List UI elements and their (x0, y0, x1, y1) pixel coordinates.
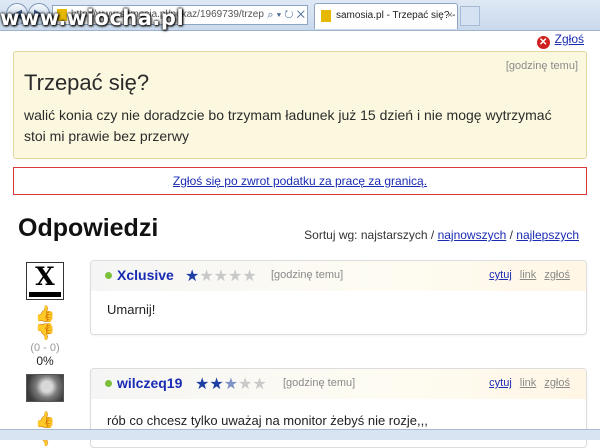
thumbs-up-icon[interactable]: 👍 (35, 306, 55, 323)
watermark-logo: www.wiocha.pl (0, 6, 185, 30)
tab-favicon (321, 10, 331, 22)
vote-panel: 👍 👎 (0 - 0) 0% (23, 306, 67, 368)
rank-star-filled: ★★ (195, 376, 224, 393)
sort-best-link[interactable]: najlepszych (516, 228, 579, 242)
answer-text: Umarnij! (107, 302, 156, 317)
permalink-link[interactable]: link (520, 269, 537, 281)
question-body: walić konia czy nie doradzcie bo trzymam… (24, 107, 552, 144)
online-status-dot (105, 380, 112, 387)
address-bar-icons[interactable]: ⌕ ▾ ↻ ✕ (264, 6, 305, 24)
cite-link[interactable]: cytuj (489, 377, 512, 389)
question-box: [godzinę temu] Trzepać się? walić konia … (13, 51, 587, 159)
question-title: Trzepać się? (24, 70, 150, 95)
online-status-dot (105, 272, 112, 279)
answer-actions: cytuj link zgłoś (489, 269, 570, 281)
rank-star-half: ★ (223, 376, 239, 393)
rank-star-empty: ★★★★ (199, 268, 257, 285)
rank-star-empty: ★★ (238, 376, 267, 393)
answer-header: wilczeq19 ★★★★★ [godzinę temu] cytuj link… (91, 369, 586, 399)
answer-header: Xclusive ★★★★★ [godzinę temu] cytuj link z… (91, 261, 586, 291)
thumbs-up-icon[interactable]: 👍 (35, 412, 55, 429)
answer-time: [godzinę temu] (283, 377, 356, 389)
tab-title: samosia.pl - Trzepać się? - ... (336, 10, 458, 21)
answer-time: [godzinę temu] (271, 269, 344, 281)
rank-star-filled: ★ (185, 268, 200, 285)
answer-actions: cytuj link zgłoś (489, 377, 570, 389)
tab-close-icon[interactable]: × (447, 4, 453, 28)
sort-label: Sortuj wg: najstarszych / (304, 228, 435, 242)
report-answer-link[interactable]: zgłoś (544, 269, 570, 281)
rank-stars: ★★★★★ (195, 374, 267, 394)
sort-separator: / (509, 228, 513, 242)
question-time: [godzinę temu] (505, 60, 578, 72)
report-answer-link[interactable]: zgłoś (544, 377, 570, 389)
browser-tab[interactable]: samosia.pl - Trzepać się? - ... × (314, 3, 458, 29)
stop-icon: ✕ (536, 36, 550, 49)
new-tab-button[interactable] (460, 6, 480, 26)
permalink-link[interactable]: link (520, 377, 537, 389)
ad-link[interactable]: Zgłoś się po zwrot podatku za pracę za g… (173, 174, 427, 188)
answer-username[interactable]: Xclusive (117, 267, 174, 283)
report-label: Zgłoś (554, 32, 584, 46)
sort-options: Sortuj wg: najstarszych / najnowszych / … (304, 228, 579, 242)
avatar-logo-text: X (35, 262, 55, 291)
status-bar (0, 429, 600, 440)
rank-stars: ★★★★★ (185, 266, 257, 286)
report-link[interactable]: ✕ Zgłoś (536, 32, 584, 49)
answer-text: rób co chcesz tylko uważaj na monitor że… (107, 413, 428, 428)
vote-count: (0 - 0) (30, 342, 60, 354)
cite-link[interactable]: cytuj (489, 269, 512, 281)
avatar-logo-bar (29, 292, 61, 297)
avatar[interactable]: X (26, 262, 64, 300)
ad-banner: Zgłoś się po zwrot podatku za pracę za g… (13, 167, 587, 195)
answer-card: Xclusive ★★★★★ [godzinę temu] cytuj link z… (90, 260, 587, 335)
answer-username[interactable]: wilczeq19 (117, 375, 182, 391)
avatar[interactable] (26, 374, 64, 402)
vote-percentage: 0% (36, 354, 54, 368)
answers-heading: Odpowiedzi (18, 214, 159, 242)
thumbs-down-icon[interactable]: 👎 (35, 324, 55, 341)
sort-newest-link[interactable]: najnowszych (438, 228, 507, 242)
